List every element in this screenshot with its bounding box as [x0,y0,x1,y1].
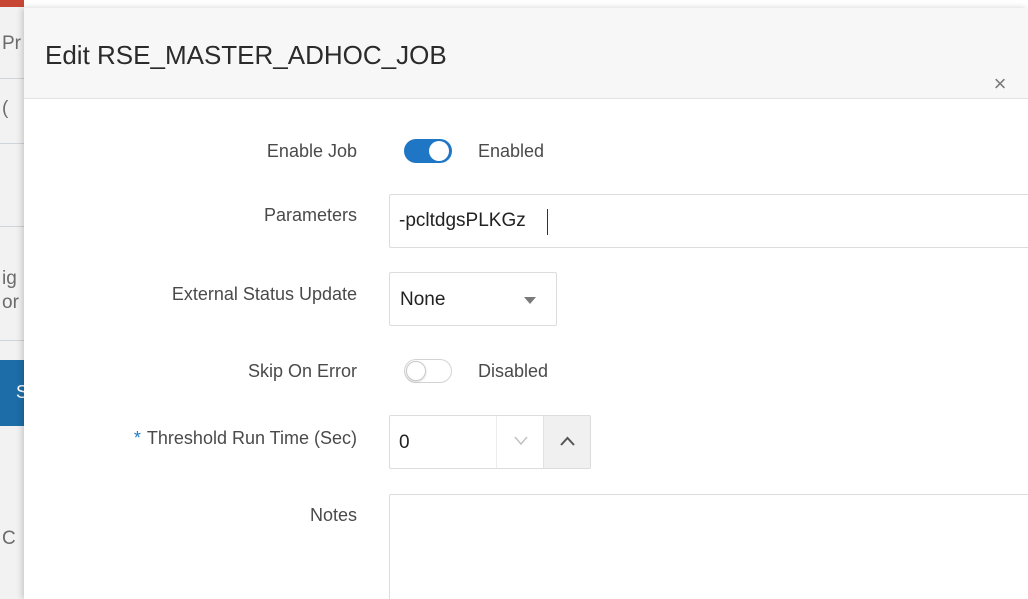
background-divider [0,226,24,227]
threshold-run-time-text: Threshold Run Time (Sec) [146,428,357,448]
background-fragment: ( [2,98,9,119]
notes-textarea[interactable] [389,494,1028,599]
parameters-input[interactable] [389,194,1028,248]
background-divider [0,340,24,341]
enable-job-state: Enabled [478,141,545,161]
increment-button[interactable] [543,416,590,468]
external-status-update-label: External Status Update [171,284,357,304]
text-caret [547,209,548,235]
chevron-down-icon [524,297,536,304]
dialog-title: Edit RSE_MASTER_ADHOC_JOB [45,40,447,70]
select-value: None [400,289,446,310]
toggle-knob [429,141,449,161]
dialog-header: Edit RSE_MASTER_ADHOC_JOB × [24,8,1028,99]
skip-on-error-state: Disabled [478,361,549,381]
edit-job-dialog: Edit RSE_MASTER_ADHOC_JOB × Enable Job E… [24,8,1028,599]
required-indicator: * [133,428,141,448]
background-blue-band: S [0,360,24,426]
toggle-knob [406,361,426,381]
enable-job-toggle[interactable] [404,139,452,163]
background-divider [0,143,24,144]
stepper-value: 0 [399,432,410,453]
background-page: Pr ( ig or S C [0,0,24,599]
background-fragment: C [2,528,16,549]
notes-label: Notes [309,505,357,525]
threshold-run-time-stepper[interactable]: 0 [389,415,591,469]
skip-on-error-label: Skip On Error [247,361,357,381]
background-fragment: Pr [2,33,21,54]
background-top-bar [0,0,24,7]
external-status-update-select[interactable]: None [389,272,557,326]
chevron-down-icon [514,436,528,446]
parameters-label: Parameters [263,205,357,225]
close-icon[interactable]: × [988,72,1012,96]
skip-on-error-toggle[interactable] [404,359,452,383]
background-fragment: ig [2,268,17,289]
enable-job-label: Enable Job [266,141,357,161]
background-divider [0,78,24,79]
decrement-button[interactable] [496,416,543,468]
background-fragment: S [16,382,24,402]
background-fragment: or [2,292,19,313]
threshold-run-time-label: * Threshold Run Time (Sec) [134,428,357,449]
chevron-up-icon [560,436,575,446]
